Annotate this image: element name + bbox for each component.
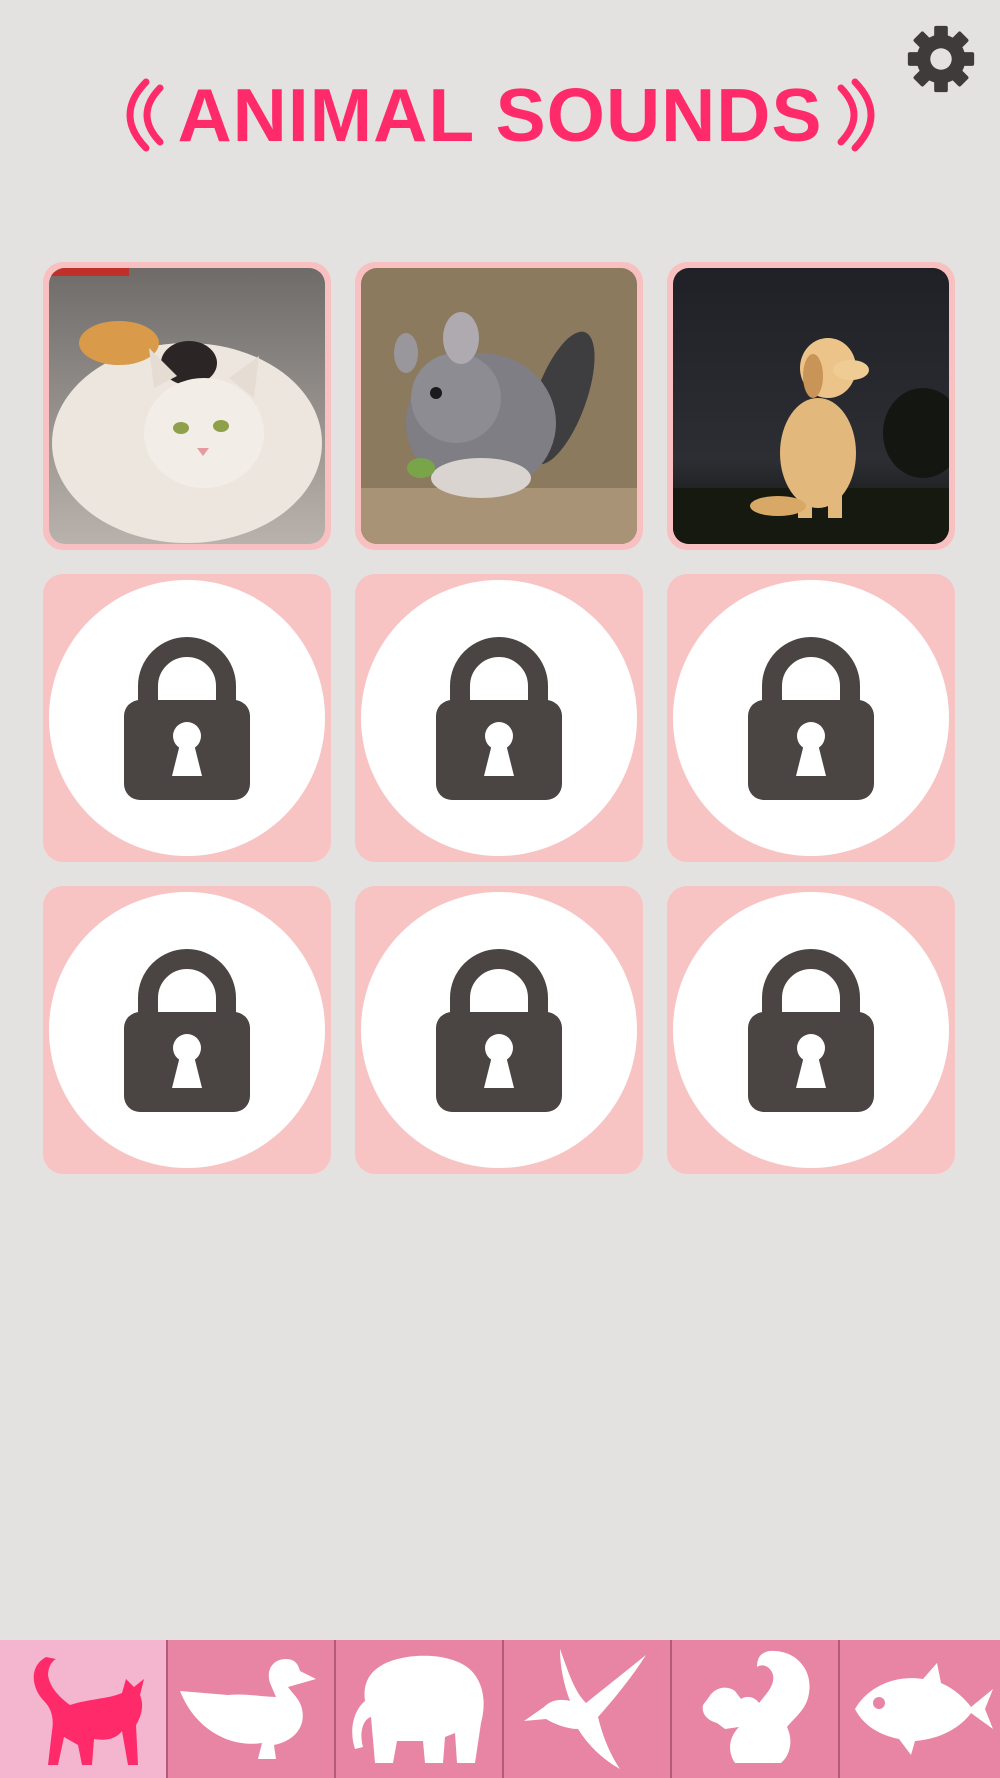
sound-wave-right-icon [837,78,881,152]
locked-tile[interactable] [355,886,643,1174]
tab-bird[interactable] [504,1640,672,1778]
cat-icon [18,1649,148,1769]
app-header: ANIMAL SOUNDS [120,72,880,158]
fish-icon [845,1659,995,1759]
duck-icon [176,1649,326,1769]
locked-tile[interactable] [355,574,643,862]
tab-cat[interactable] [0,1640,168,1778]
tab-elephant[interactable] [336,1640,504,1778]
bird-icon [522,1647,652,1771]
lock-icon [748,948,874,1112]
lock-icon [436,948,562,1112]
tab-fish[interactable] [840,1640,1000,1778]
elephant-icon [349,1647,489,1771]
settings-button[interactable] [902,20,980,98]
category-tab-bar [0,1640,1000,1778]
lock-icon [748,636,874,800]
tab-duck[interactable] [168,1640,336,1778]
sound-wave-left-icon [120,78,164,152]
app-title: ANIMAL SOUNDS [177,72,823,157]
lock-icon [436,636,562,800]
animal-tile-chinchilla[interactable] [355,262,643,550]
tab-squirrel[interactable] [672,1640,840,1778]
squirrel-icon [695,1647,815,1771]
locked-tile[interactable] [43,886,331,1174]
cat-photo [49,268,325,544]
gear-icon [902,20,980,98]
locked-tile[interactable] [667,574,955,862]
locked-tile[interactable] [667,886,955,1174]
animal-tile-dog[interactable] [667,262,955,550]
dog-photo [673,268,949,544]
animal-grid [43,262,955,1174]
animal-tile-cat[interactable] [43,262,331,550]
lock-icon [124,636,250,800]
chinchilla-photo [361,268,637,544]
locked-tile[interactable] [43,574,331,862]
lock-icon [124,948,250,1112]
